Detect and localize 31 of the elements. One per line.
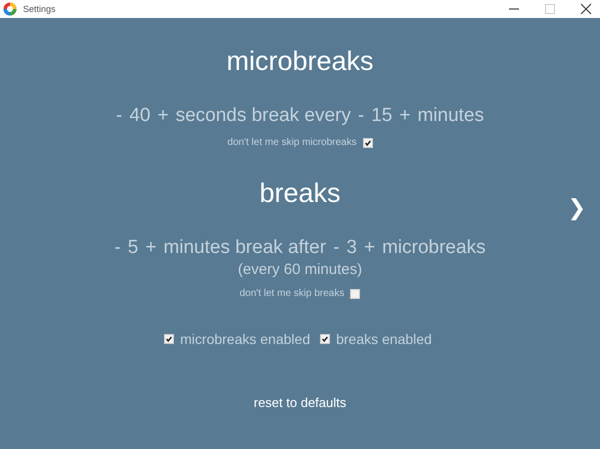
section-heading: microbreaks	[226, 46, 374, 77]
checkbox[interactable]	[164, 334, 174, 344]
value-text: 5	[128, 237, 138, 259]
value-text: 3	[346, 237, 357, 259]
value-text: 40	[129, 105, 150, 127]
value-text: 15	[371, 105, 392, 127]
increase-button[interactable]: +	[157, 105, 169, 127]
checkbox[interactable]	[362, 138, 373, 148]
decrease-button[interactable]: -	[114, 237, 121, 259]
close-icon[interactable]	[580, 3, 592, 15]
increase-button[interactable]: +	[399, 105, 410, 127]
checkbox-label: don't let me skip breaks	[240, 288, 344, 299]
checkbox[interactable]	[320, 334, 330, 344]
increase-button[interactable]: +	[364, 237, 376, 259]
decrease-button[interactable]: -	[116, 105, 122, 127]
section-heading: breaks	[259, 178, 341, 209]
line-text: minutes	[417, 105, 484, 127]
increase-button[interactable]: +	[145, 237, 156, 259]
interval-note: (every 60 minutes)	[238, 261, 362, 278]
checkbox-label: microbreaks enabled	[180, 331, 310, 347]
decrease-button[interactable]: -	[333, 237, 340, 259]
checkbox-label: breaks enabled	[336, 331, 432, 347]
next-button[interactable]: ❯	[568, 196, 586, 221]
decrease-button[interactable]: -	[358, 105, 364, 127]
checkbox[interactable]	[350, 288, 360, 298]
line-text: microbreaks	[382, 237, 486, 259]
checkbox-label: don't let me skip microbreaks	[227, 137, 357, 148]
reset-button[interactable]: reset to defaults	[254, 395, 346, 410]
window-title: Settings	[23, 4, 56, 14]
line-text: seconds break every	[176, 105, 351, 127]
line-text: minutes break after	[163, 237, 326, 259]
